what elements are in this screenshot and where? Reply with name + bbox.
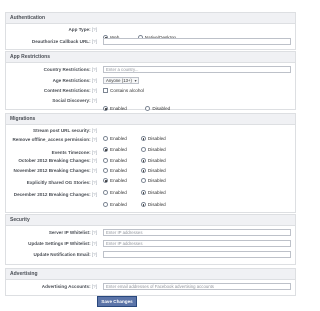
advertising-header: Advertising [6, 269, 295, 280]
restrictions-header: App Restrictions [6, 52, 295, 63]
notify-label: Update Notification Email: [?] [33, 252, 97, 257]
country-label: Country Restrictions: [?] [43, 67, 97, 72]
enabled-radio[interactable]: Enabled [103, 202, 127, 207]
ad-accounts-input[interactable]: Enter email addresses of Facebook advert… [103, 283, 291, 290]
age-label: Age Restrictions: [?] [52, 78, 97, 83]
migration-label: Stream post URL security: [?] [33, 128, 97, 133]
update-ip-input[interactable]: Enter IP addresses [103, 240, 291, 247]
migration-label: Explicitly Shared OG Stories: [?] [26, 180, 97, 185]
age-select[interactable]: Anyone (13+) ▼ [103, 77, 139, 84]
advertising-section: Advertising Advertising Accounts: [?] En… [5, 268, 296, 296]
save-changes-button[interactable]: Save Changes [97, 296, 137, 307]
restrictions-section: App Restrictions Country Restrictions: [… [5, 51, 296, 111]
authentication-section: Authentication App Type: [?] Web Native/… [5, 12, 296, 50]
migrations-header: Migrations [6, 114, 295, 125]
migration-label: December 2012 Breaking Changes: [?] [13, 192, 97, 197]
migration-radios: Enabled Disabled [103, 194, 180, 212]
advanced-settings-page: Authentication App Type: [?] Web Native/… [0, 0, 300, 311]
update-ip-label: Update Settings IP Whitelist: [?] [28, 241, 97, 246]
social-label: Social Discovery: [?] [52, 98, 97, 103]
migration-label: October 2012 Breaking Changes: [?] [18, 158, 97, 163]
social-disabled-radio[interactable]: Disabled [145, 106, 170, 111]
security-section: Security Server IP Whitelist: [?] Enter … [5, 214, 296, 265]
deauth-label: Deauthorize Callback URL: [?] [31, 39, 97, 44]
deauth-callback-input[interactable] [103, 38, 291, 45]
migration-label: Remove offline_access permission: [?] [12, 137, 97, 142]
country-input[interactable]: Enter a country... [103, 66, 291, 73]
ad-accounts-label: Advertising Accounts: [?] [41, 284, 97, 289]
migration-label: November 2012 Breaking Changes: [?] [13, 168, 98, 173]
social-enabled-radio[interactable]: Enabled [103, 106, 127, 111]
security-header: Security [6, 215, 295, 226]
notify-email-input[interactable] [103, 251, 291, 258]
server-ip-label: Server IP Whitelist: [?] [48, 230, 97, 235]
app-type-label: App Type: [?] [68, 27, 97, 32]
chevron-down-icon: ▼ [133, 79, 138, 83]
server-ip-input[interactable]: Enter IP addresses [103, 229, 291, 236]
disabled-radio[interactable]: Disabled [140, 202, 166, 207]
migrations-section: Migrations Stream post URL security: [?]… [5, 113, 296, 213]
content-checkbox[interactable]: Contains alcohol [103, 88, 144, 93]
migration-label: Events Timezone: [?] [51, 150, 97, 155]
content-label: Content Restrictions: [?] [43, 88, 97, 93]
authentication-header: Authentication [6, 13, 295, 24]
